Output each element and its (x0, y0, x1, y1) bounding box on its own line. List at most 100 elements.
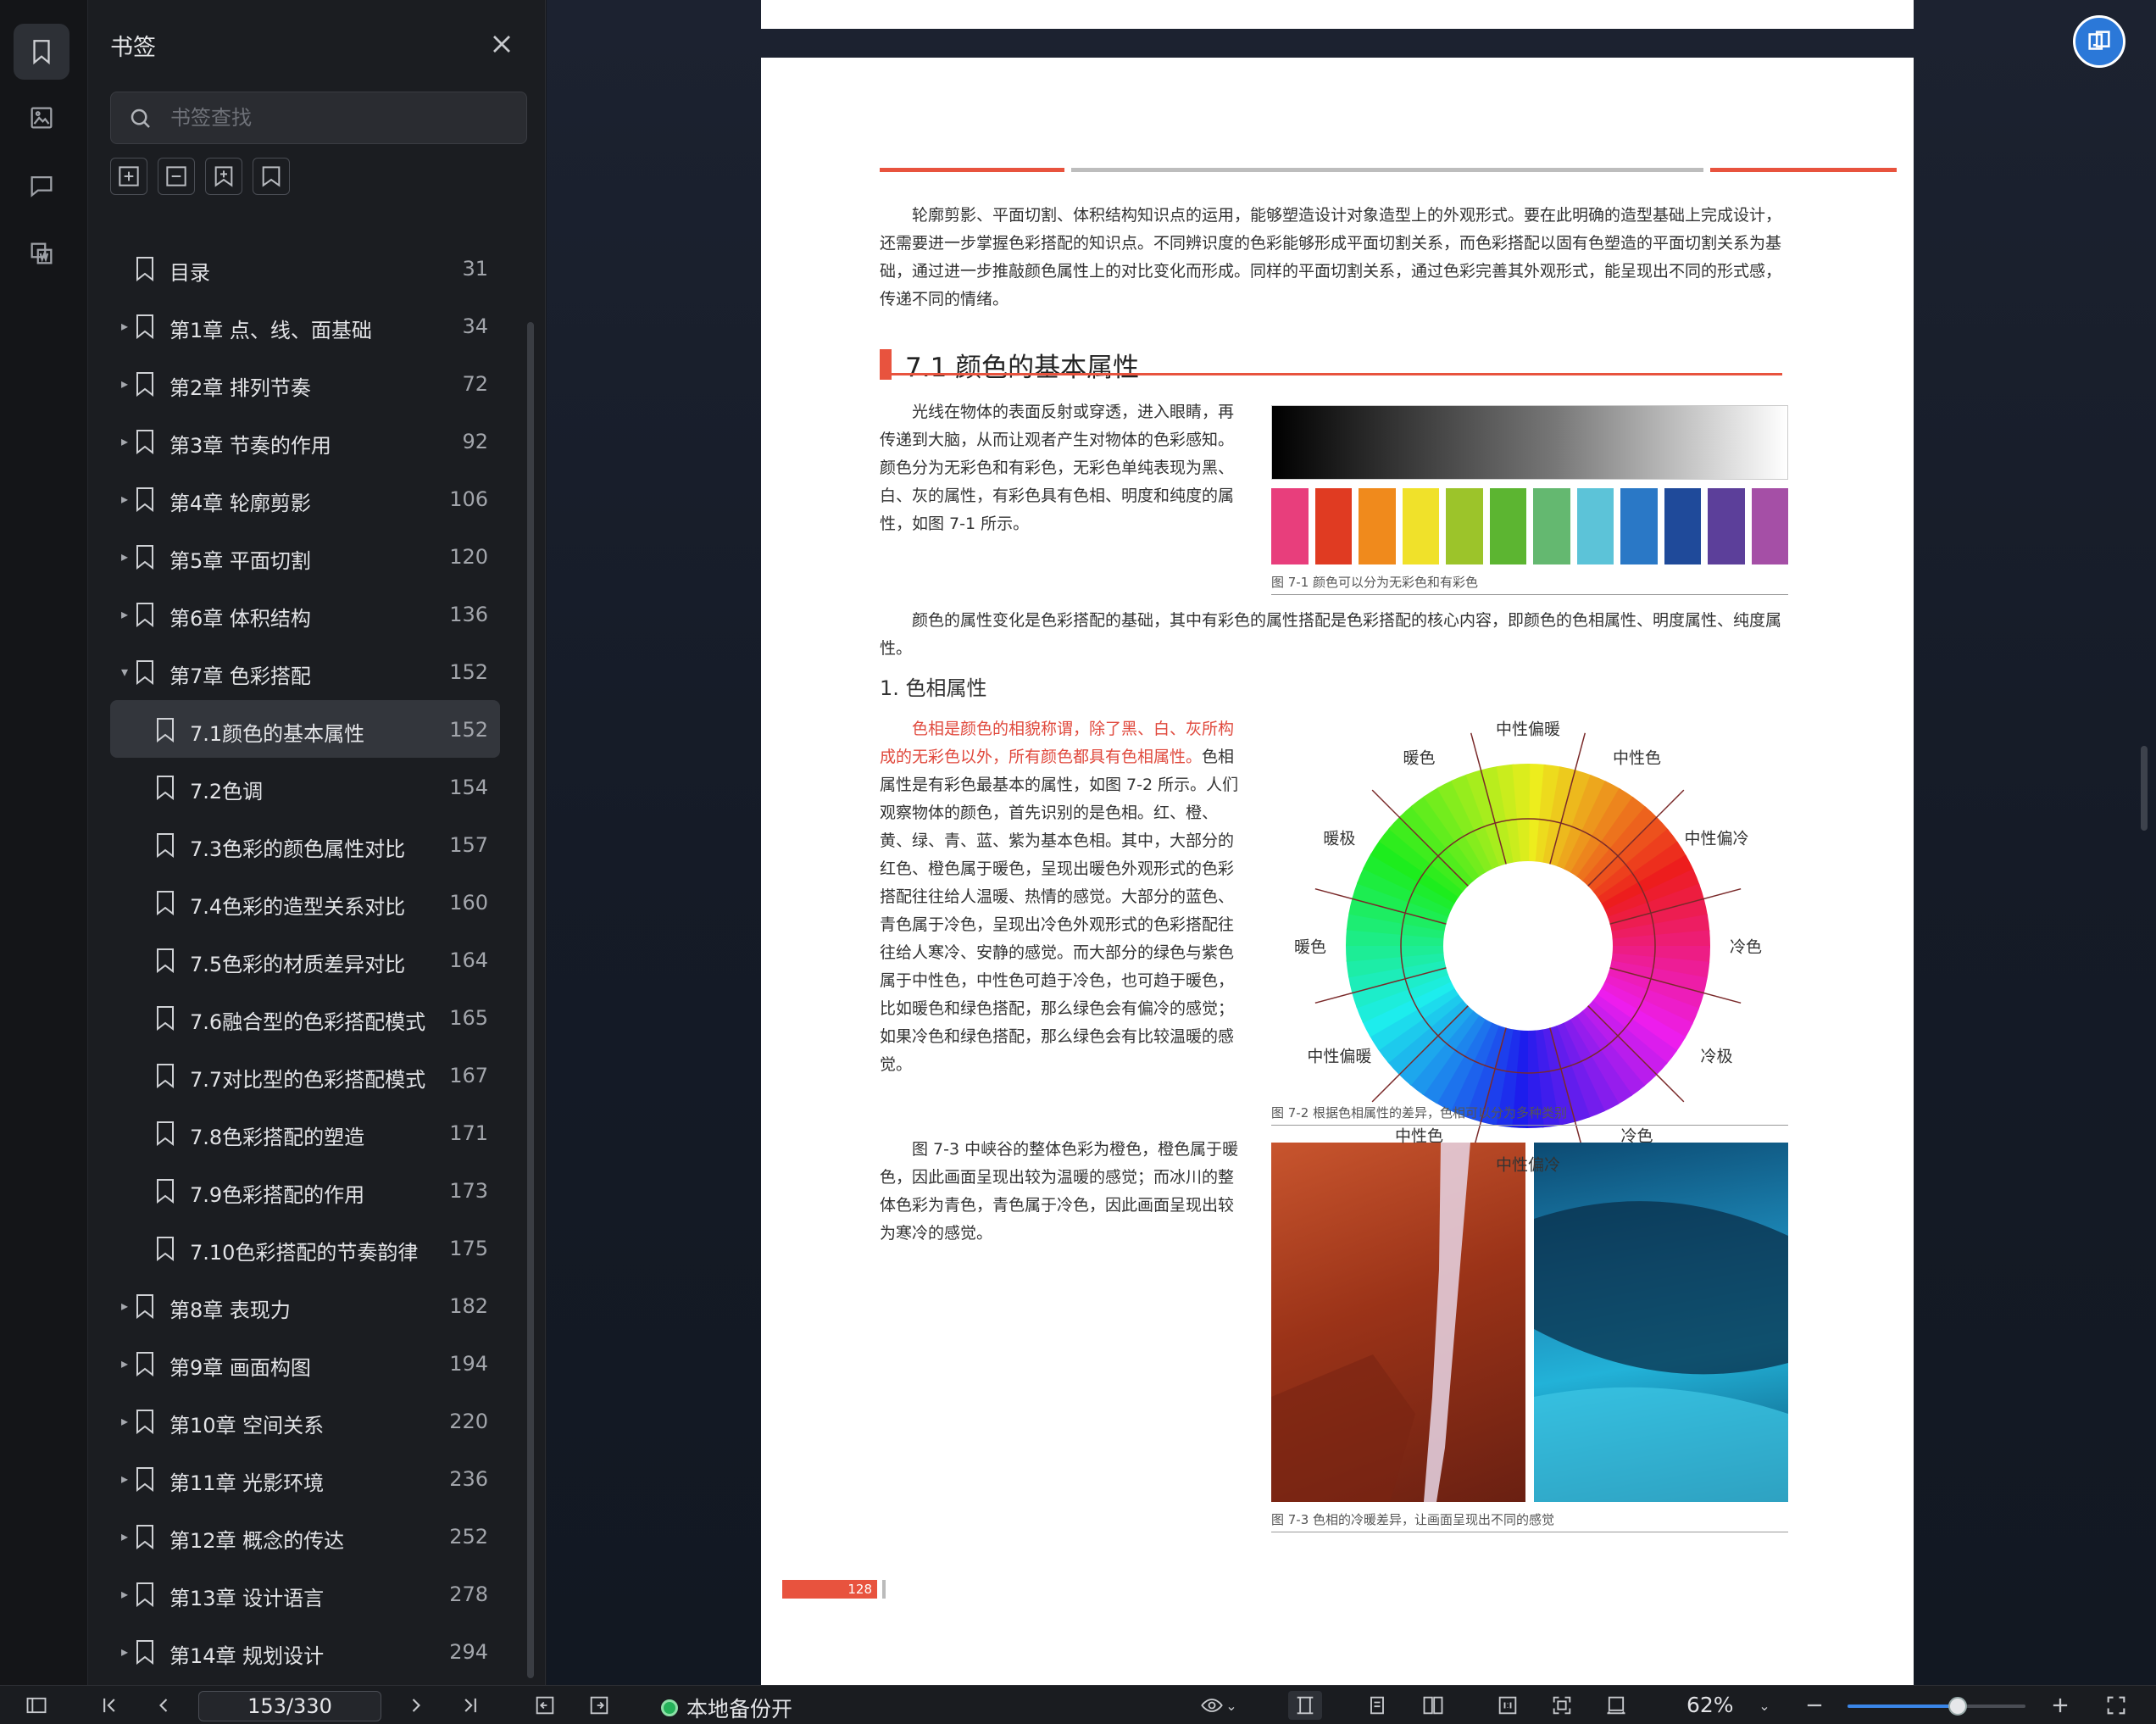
panel-scrollbar[interactable] (527, 322, 534, 1678)
bookmark-item[interactable]: ▸ 第3章 节奏的作用 92 (110, 412, 500, 470)
zoom-dropdown-chevron-icon[interactable]: ⌄ (1754, 1691, 1775, 1720)
actual-size-button[interactable] (1493, 1691, 1522, 1720)
bookmark-item[interactable]: 7.7对比型的色彩搭配模式 167 (110, 1046, 500, 1104)
fit-width-button[interactable] (1602, 1691, 1631, 1720)
toggle-sidebar-button[interactable] (22, 1691, 51, 1720)
bookmark-item[interactable]: ▸ 第9章 画面构图 194 (110, 1334, 500, 1392)
remove-bookmark-button[interactable] (158, 158, 195, 195)
last-page-button[interactable] (456, 1691, 485, 1720)
bookmark-item[interactable]: 7.4色彩的造型关系对比 160 (110, 873, 500, 931)
page-input[interactable]: 153/330 (198, 1691, 381, 1721)
viewer-scrollbar[interactable] (2141, 746, 2148, 831)
sidebar-icon (26, 1697, 47, 1714)
caret-right-icon[interactable]: ▸ (117, 491, 132, 507)
caret-right-icon[interactable]: ▸ (117, 375, 132, 392)
forward-button[interactable] (585, 1691, 614, 1720)
color-swatch (1489, 488, 1526, 564)
floating-convert-button[interactable] (2073, 15, 2125, 68)
caret-right-icon[interactable]: ▸ (117, 1298, 132, 1314)
caret-right-icon[interactable]: ▸ (117, 1355, 132, 1371)
bookmark-item[interactable]: ▸ 第2章 排列节奏 72 (110, 354, 500, 412)
search-input[interactable] (170, 92, 509, 143)
caret-right-icon[interactable]: ▸ (117, 548, 132, 564)
expand-bookmark-button[interactable] (205, 158, 242, 195)
bookmark-item[interactable]: ▸ 第13章 设计语言 278 (110, 1565, 500, 1622)
single-page-button[interactable] (1363, 1691, 1392, 1720)
caret-right-icon[interactable]: ▸ (117, 318, 132, 334)
bookmark-item[interactable]: ▸ 第12章 概念的传达 252 (110, 1507, 500, 1565)
double-page-button[interactable] (1419, 1691, 1448, 1720)
bottom-toolbar: 153/330 本地备份开 ⌄ 62% ⌄ (0, 1685, 2156, 1724)
bookmark-item[interactable]: ▸ 第4章 轮廓剪影 106 (110, 470, 500, 527)
chevron-down-icon: ⌄ (1225, 1697, 1237, 1714)
paragraph-hue: 色相是颜色的相貌称谓，除了黑、白、灰所构成的无彩色以外，所有颜色都具有色相属性。… (880, 715, 1239, 1079)
bookmark-item[interactable]: 7.3色彩的颜色属性对比 157 (110, 815, 500, 873)
caret-right-icon[interactable]: ▸ (117, 1586, 132, 1602)
bookmark-item[interactable]: 7.9色彩搭配的作用 173 (110, 1161, 500, 1219)
bookmark-item[interactable]: ▸ 第10章 空间关系 220 (110, 1392, 500, 1449)
caret-right-icon[interactable]: ▸ (117, 606, 132, 622)
bookmark-icon (157, 1179, 174, 1204)
fit-page-button[interactable] (1548, 1691, 1576, 1720)
thumbnail-panel-button[interactable] (14, 90, 69, 146)
bookmark-icon (157, 891, 174, 915)
zoom-in-button[interactable] (2046, 1691, 2075, 1720)
bookmark-item[interactable]: ▸ 第14章 规划设计 294 (110, 1622, 500, 1680)
bookmark-item[interactable]: ▸ 第11章 光影环境 236 (110, 1449, 500, 1507)
annotation-panel-button[interactable] (14, 158, 69, 214)
bookmark-label: 第13章 设计语言 (169, 1587, 325, 1610)
first-page-button[interactable] (95, 1691, 124, 1720)
bookmark-label: 第3章 节奏的作用 (169, 434, 331, 458)
back-button[interactable] (531, 1691, 559, 1720)
bookmark-icon (157, 948, 174, 973)
bookmark-icon (157, 833, 174, 858)
bookmark-panel-button[interactable] (14, 24, 69, 80)
bookmark-label: 7.8色彩搭配的塑造 (190, 1126, 365, 1149)
close-icon[interactable] (486, 29, 517, 59)
bookmark-item[interactable]: 7.6融合型的色彩搭配模式 165 (110, 988, 500, 1046)
fit-width-icon (1607, 1696, 1625, 1715)
collapse-bookmark-button[interactable] (253, 158, 290, 195)
zoom-out-button[interactable] (1800, 1691, 1829, 1720)
bookmark-icon (136, 1525, 153, 1549)
continuous-scroll-button[interactable] (1288, 1691, 1322, 1720)
bookmark-item[interactable]: ▸ 第5章 平面切割 120 (110, 527, 500, 585)
add-bookmark-icon (119, 166, 139, 186)
convert-panel-button[interactable] (14, 225, 69, 281)
caret-right-icon[interactable]: ▸ (117, 1643, 132, 1660)
fit-page-icon (1553, 1696, 1571, 1715)
bookmark-icon (136, 1410, 153, 1434)
bookmark-item[interactable]: 7.5色彩的材质差异对比 164 (110, 931, 500, 988)
section-title: 7.1 颜色的基本属性 (905, 353, 1140, 383)
bookmark-item[interactable]: ▸ 第6章 体积结构 136 (110, 585, 500, 642)
caret-right-icon[interactable]: ▸ (117, 433, 132, 449)
caret-down-icon[interactable]: ▾ (117, 664, 132, 680)
bookmark-page-number: 167 (449, 1064, 488, 1087)
bookmark-label: 第7章 色彩搭配 (169, 665, 311, 688)
add-bookmark-button[interactable] (110, 158, 147, 195)
caret-right-icon[interactable]: ▸ (117, 1413, 132, 1429)
fullscreen-button[interactable] (2102, 1691, 2131, 1720)
bookmark-item[interactable]: 7.8色彩搭配的塑造 171 (110, 1104, 500, 1161)
zoom-level[interactable]: 62% (1686, 1693, 1734, 1717)
bookmark-item[interactable]: 目录 31 (110, 239, 500, 297)
bookmark-item[interactable]: 7.1颜色的基本属性 152 (110, 700, 500, 758)
backup-status[interactable]: 本地备份开 (661, 1693, 792, 1723)
caret-right-icon[interactable]: ▸ (117, 1528, 132, 1544)
hue-wheel-label: 暖极 (1323, 829, 1356, 848)
bookmark-item[interactable]: ▸ 第1章 点、线、面基础 34 (110, 297, 500, 354)
bookmark-item[interactable]: 7.10色彩搭配的节奏韵律 175 (110, 1219, 500, 1276)
color-swatch (1359, 488, 1396, 564)
color-swatch (1576, 488, 1614, 564)
bookmark-item[interactable]: 7.2色调 154 (110, 758, 500, 815)
bookmark-search[interactable] (110, 92, 527, 144)
bookmark-icon (157, 1064, 174, 1088)
view-mode-dropdown[interactable]: ⌄ (1193, 1691, 1244, 1720)
zoom-slider[interactable] (1848, 1697, 2025, 1716)
next-page-button[interactable] (402, 1691, 431, 1720)
zoom-slider-knob[interactable] (1948, 1697, 1968, 1716)
bookmark-item[interactable]: ▸ 第8章 表现力 182 (110, 1276, 500, 1334)
bookmark-item[interactable]: ▾ 第7章 色彩搭配 152 (110, 642, 500, 700)
caret-right-icon[interactable]: ▸ (117, 1471, 132, 1487)
previous-page-button[interactable] (149, 1691, 178, 1720)
